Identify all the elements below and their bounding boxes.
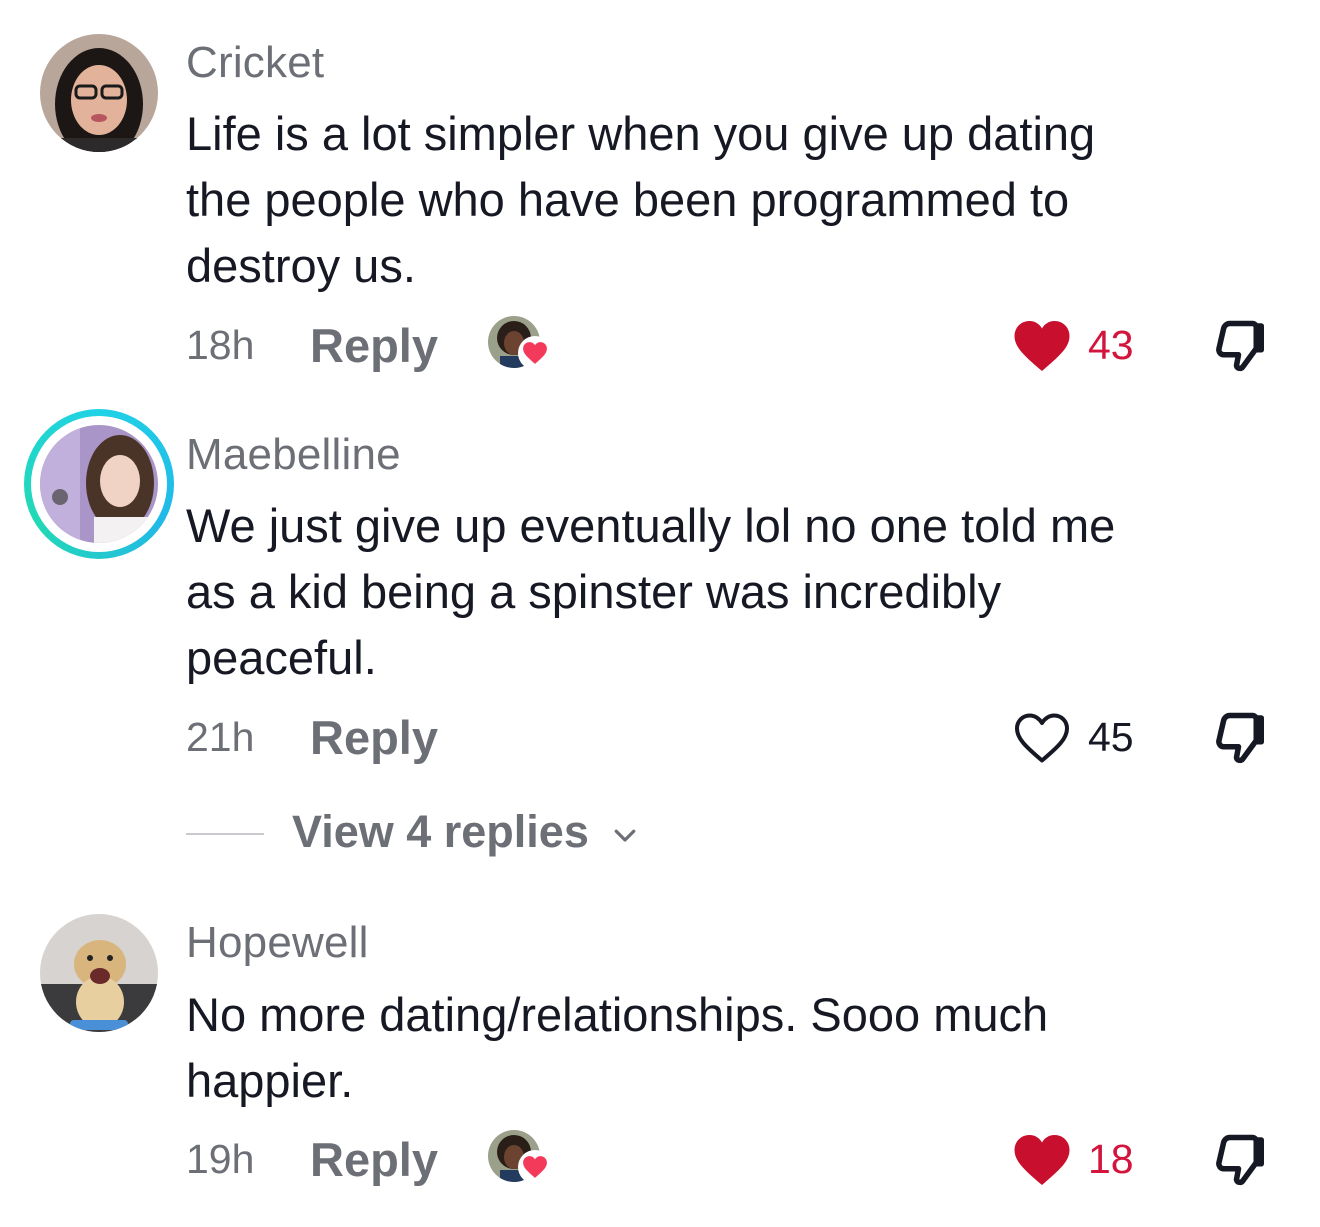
creator-liked-badge xyxy=(488,1130,552,1186)
comment-item: Hopewell No more dating/relationships. S… xyxy=(0,0,1320,1227)
thumbs-down-icon[interactable] xyxy=(1210,1130,1270,1190)
like-count: 18 xyxy=(1088,1136,1134,1182)
comment-time: 19h xyxy=(186,1136,255,1182)
reply-button[interactable]: Reply xyxy=(310,1132,438,1187)
comment-username[interactable]: Hopewell xyxy=(186,918,369,968)
comment-actions: 19h Reply 18 xyxy=(186,1130,1286,1190)
heart-icon xyxy=(1014,1135,1070,1185)
avatar[interactable] xyxy=(40,914,158,1032)
like-button[interactable]: 18 xyxy=(1012,1130,1172,1190)
comment-text: No more dating/relationships. Sooo much … xyxy=(186,988,1049,1107)
heart-icon xyxy=(518,1150,552,1184)
